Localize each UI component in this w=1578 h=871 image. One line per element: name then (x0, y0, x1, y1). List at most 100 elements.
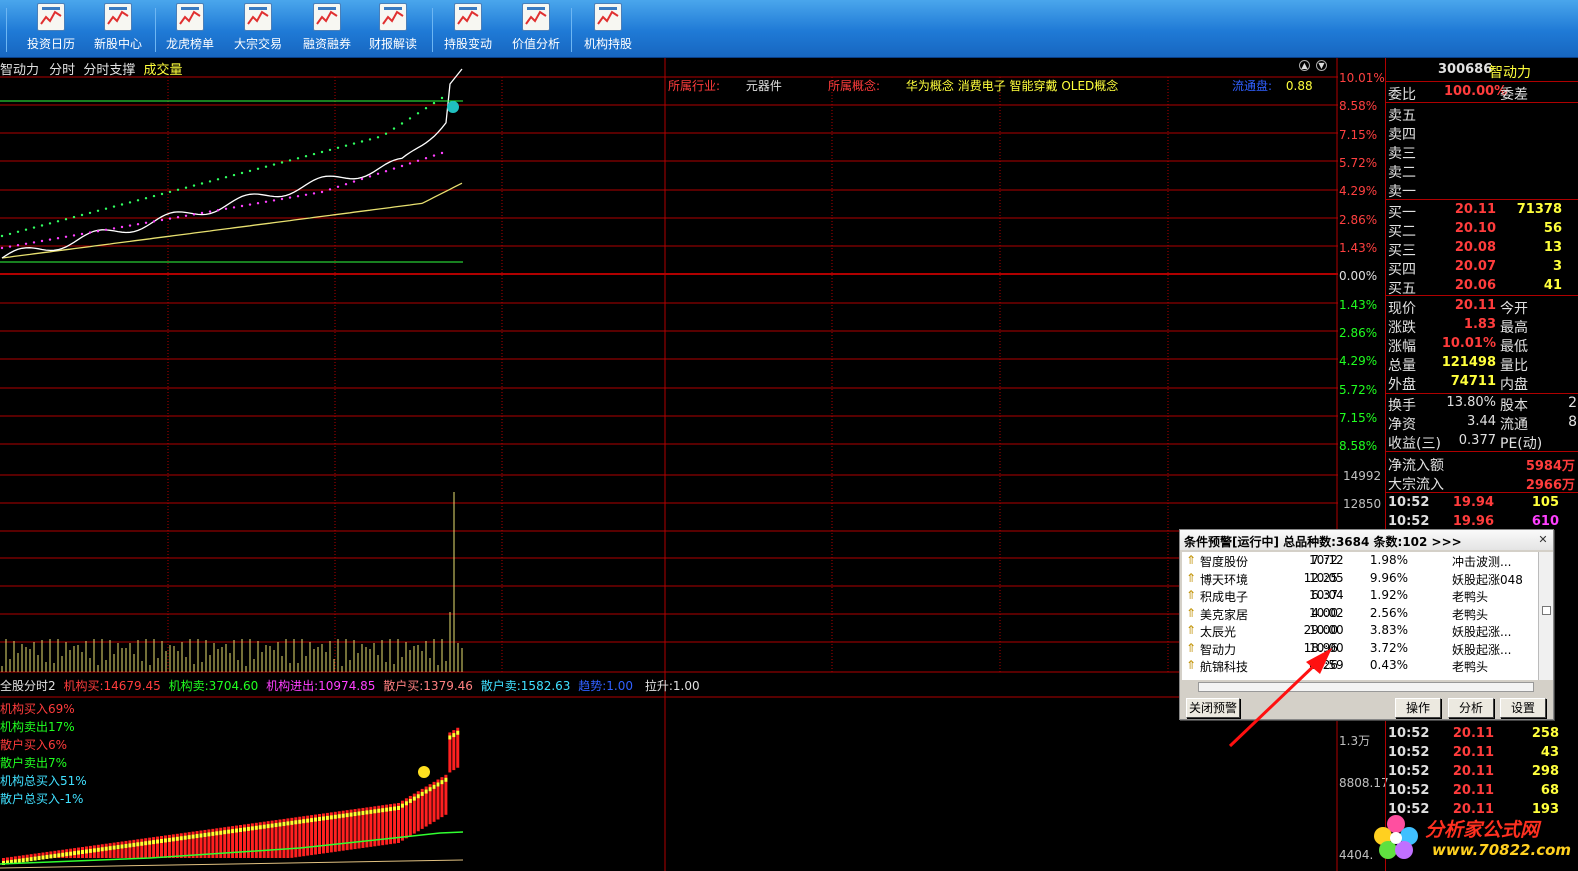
inst-net-value: 10974.85 (318, 679, 376, 693)
indicator-bar-mark (389, 807, 393, 812)
resistance-dot (280, 161, 284, 164)
indicator-header: 全股分时2 机构买:14679.45 机构卖:3704.60 机构进出:1097… (0, 677, 700, 694)
indicator-bar-mark (219, 830, 223, 835)
toolbar-button-1[interactable]: 新股中心 (91, 3, 145, 55)
indicator-name: 全股分时2 (0, 679, 56, 693)
toolbar-button-2[interactable]: 龙虎榜单 (163, 3, 217, 55)
scroll-down-icon[interactable]: ▼ (1316, 60, 1327, 71)
resistance-dot (240, 171, 244, 175)
indicator-bar-mark (440, 780, 444, 785)
scrollbar-thumb (1542, 606, 1551, 615)
float-value: 0.88 (1285, 79, 1313, 93)
support-dot (296, 195, 300, 198)
stock-name: 智动力 (1489, 65, 1531, 81)
indicator-bar-mark (452, 733, 456, 738)
toolbar-button-7[interactable]: 价值分析 (509, 3, 563, 55)
ask-row: 卖四 (1386, 123, 1578, 143)
volume-axis-label: 14992 (1343, 469, 1382, 483)
stat-row: 涨跌 1.83 最高 (1386, 316, 1578, 336)
stock-name-label: 智动力 (0, 63, 40, 78)
flower-logo-icon (1371, 810, 1421, 865)
support-dot (240, 204, 244, 208)
indicator-bar-mark (393, 806, 397, 811)
up-arrow-icon: ⇑ (1186, 640, 1197, 655)
support-dot (80, 232, 84, 236)
up-arrow-icon: ⇑ (1186, 570, 1197, 585)
support-dot (224, 207, 228, 210)
indicator-bar-mark (329, 815, 333, 820)
toolbar-button-4[interactable]: 融资融券 (300, 3, 354, 55)
analyze-button[interactable]: 分析 (1448, 698, 1494, 718)
indicator-bar-mark (286, 821, 290, 826)
indicator-bar-mark (385, 807, 389, 812)
scroll-up-icon[interactable]: ▲ (1299, 60, 1310, 71)
indicator-bar-mark (29, 857, 33, 862)
support-dot (184, 214, 188, 217)
toolbar-button-label: 机构持股 (583, 37, 632, 51)
bid-volume: 71378 (1516, 202, 1562, 217)
alert-row[interactable]: ⇑ 太辰光 10:00 29.00 3.83% 妖股起涨... (1182, 622, 1538, 639)
vertical-scrollbar[interactable] (1538, 552, 1553, 680)
watermark-text: 分析家公式网 (1425, 819, 1540, 841)
toolbar-button-8[interactable]: 机构持股 (581, 3, 635, 55)
support-dot (392, 167, 396, 170)
indicator-bar-mark (49, 854, 53, 859)
alert-price: 6.37 (1311, 588, 1338, 602)
toolbar-button-3[interactable]: 大宗交易 (231, 3, 285, 55)
stat-label-2: 量比 (1500, 358, 1528, 374)
indicator-bar-mark (69, 851, 73, 856)
ask-label: 卖一 (1388, 184, 1416, 200)
resistance-dot (200, 182, 204, 185)
alert-row[interactable]: ⇑ 美克家居 10:02 4.00 2.56% 老鸭头 (1182, 605, 1538, 622)
support-dot (32, 241, 36, 244)
toolbar-button-5[interactable]: 财报解读 (366, 3, 420, 55)
support-dot (336, 185, 340, 188)
resistance-dot (64, 218, 68, 221)
indicator-bar-mark (88, 848, 92, 853)
indicator-bar-mark (373, 809, 377, 814)
indicator-bar-mark (65, 852, 69, 857)
tick-row: 10:52 20.11 43 (1386, 744, 1578, 763)
support-dot (272, 199, 276, 202)
flow-label: 大宗流入 (1388, 477, 1444, 493)
indicator-bar-mark (203, 832, 207, 837)
toolbar-button-0[interactable]: 投资日历 (24, 3, 78, 55)
support-dot (24, 242, 28, 245)
alert-row[interactable]: ⇑ 积成电子 10:04 6.37 1.92% 老鸭头 (1182, 587, 1538, 604)
alert-row[interactable]: ⇑ 智度股份 10:12 7.72 1.98% 冲击波测... (1182, 552, 1538, 569)
support-dot (320, 190, 324, 194)
indicator-bar (144, 838, 148, 858)
indicator-bar-mark (152, 840, 156, 845)
toolbar-button-6[interactable]: 持股变动 (441, 3, 495, 55)
stat2-label: 收益(三) (1388, 436, 1441, 452)
holding-change-icon (454, 3, 482, 31)
support-dot (152, 220, 156, 223)
price-axis-label: 8.58% (1339, 439, 1378, 453)
indicator-bar-mark (17, 858, 21, 863)
resistance-dot (88, 211, 92, 215)
stat-row: 总量 121498 量比 (1386, 354, 1578, 374)
resistance-dot (24, 228, 28, 231)
minute-chart-area[interactable]: 智动力 分时 分时支撑 成交量 ▲ ▼ 所属行业: 元器件 所属概念: 华为概念… (0, 58, 1389, 871)
flow-value: 2966万 (1525, 478, 1575, 493)
tab-minute-support[interactable]: 分时支撑 (83, 63, 135, 78)
indicator-bar-mark (361, 810, 365, 815)
divider (1386, 81, 1578, 82)
indicator-bar-mark (45, 854, 49, 859)
retail-buy-value: 1379.46 (423, 679, 473, 693)
indicator-bar (120, 841, 124, 858)
operate-button[interactable]: 操作 (1395, 698, 1441, 718)
indicator-bar-mark (310, 818, 314, 823)
indicator-bar-mark (207, 832, 211, 837)
tick-volume: 68 (1540, 783, 1559, 798)
settings-button[interactable]: 设置 (1500, 698, 1546, 718)
block-trade-chart-icon (244, 3, 272, 31)
alert-signal: 妖股起涨... (1452, 642, 1512, 657)
tab-minute[interactable]: 分时 (49, 63, 75, 78)
tick-volume: 258 (1531, 726, 1559, 741)
indicator-bar-mark (223, 830, 227, 835)
inst-sell-label: 机构卖: (168, 679, 209, 693)
close-icon[interactable]: ✕ (1537, 534, 1549, 546)
alert-row[interactable]: ⇑ 博天环境 10:05 12.25 9.96% 妖股起涨048 (1182, 570, 1538, 587)
tab-volume[interactable]: 成交量 (143, 63, 182, 78)
